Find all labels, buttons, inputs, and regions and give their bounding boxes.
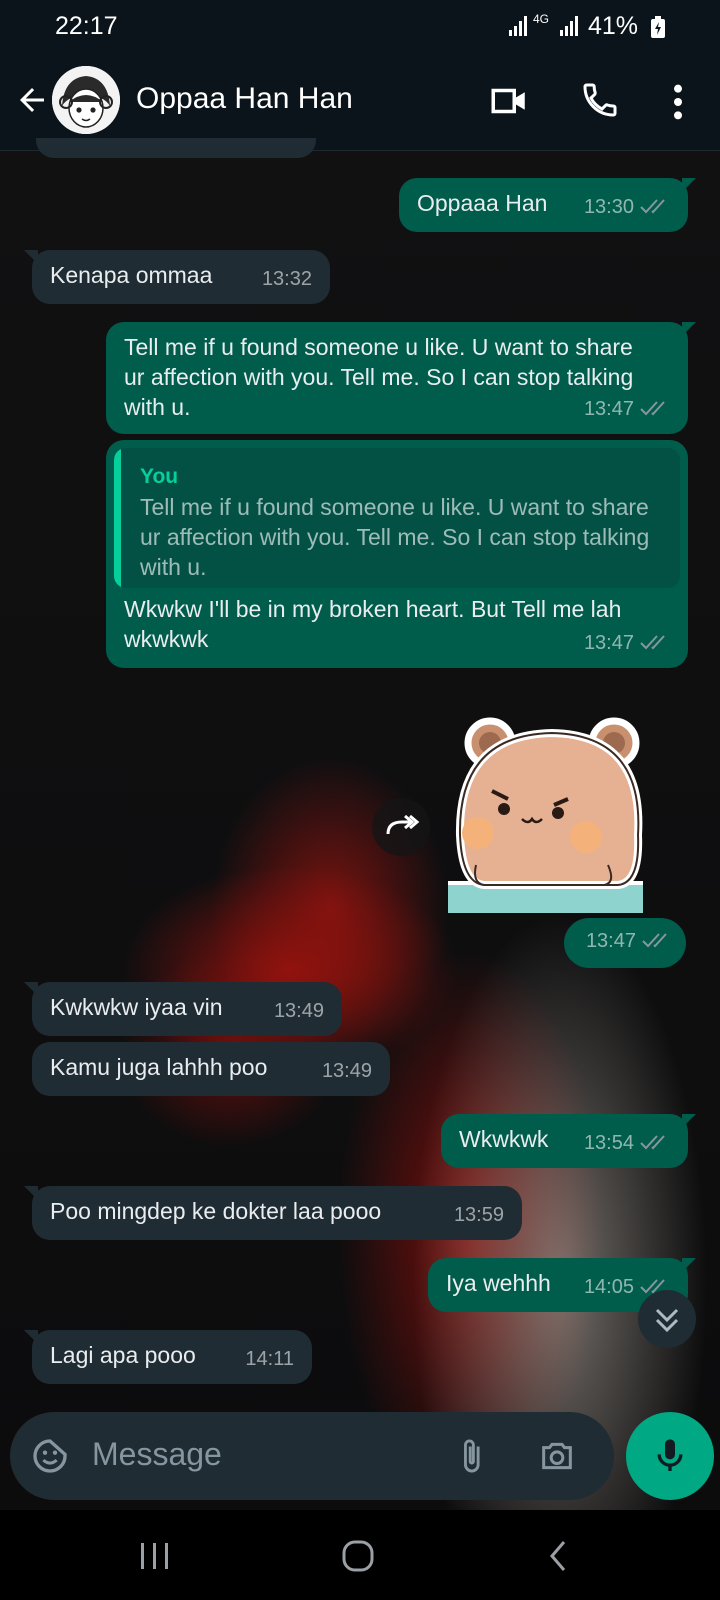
read-ticks-icon xyxy=(640,401,665,416)
bubble-tail xyxy=(24,1186,38,1200)
message-time: 13:49 xyxy=(273,1000,324,1022)
reply-message-bubble[interactable]: You Tell me if u found someone u like. U… xyxy=(106,440,688,668)
more-options-icon[interactable] xyxy=(664,82,692,122)
message-text: Oppaaa Han xyxy=(417,190,548,216)
bear-sticker[interactable] xyxy=(448,715,658,915)
network-type: 4G xyxy=(533,12,550,26)
status-bar: 22:17 4G 41% xyxy=(0,0,720,52)
message-text: Poo mingdep ke dokter laa pooo xyxy=(50,1198,382,1224)
message-bubble[interactable]: Poo mingdep ke dokter laa pooo 13:59 xyxy=(24,1186,522,1240)
voice-call-icon[interactable] xyxy=(580,80,620,120)
message-time: 14:05 xyxy=(583,1276,634,1298)
battery-icon xyxy=(651,16,665,38)
message-meta: 13:49 xyxy=(322,1056,372,1086)
message-time: 13:47 xyxy=(583,632,634,654)
message-time: 13:49 xyxy=(321,1060,372,1082)
read-ticks-icon xyxy=(640,1135,665,1150)
recent-apps-icon[interactable] xyxy=(138,1540,172,1572)
attach-icon[interactable] xyxy=(452,1434,490,1478)
back-arrow-icon[interactable] xyxy=(14,82,50,118)
quote-text: Tell me if u found someone u like. U wan… xyxy=(140,494,650,580)
message-bubble[interactable]: Tell me if u found someone u like. U wan… xyxy=(106,322,696,434)
read-ticks-icon xyxy=(640,199,665,214)
status-time: 22:17 xyxy=(55,12,118,40)
message-text: Kenapa ommaa xyxy=(50,262,213,288)
message-bubble[interactable]: Wkwkwk 13:54 xyxy=(441,1114,696,1168)
message-meta: 13:59 xyxy=(454,1200,504,1230)
bubble-tail xyxy=(682,322,696,336)
scroll-down-icon xyxy=(655,1308,679,1333)
message-text: Kamu juga lahhh poo xyxy=(50,1054,268,1080)
message-meta: 13:47 xyxy=(584,394,670,424)
message-meta: 14:11 xyxy=(245,1344,294,1374)
message-text: Kwkwkw iyaa vin xyxy=(50,994,223,1020)
message-text: Wkwkwk xyxy=(459,1126,549,1152)
sticker-meta-bubble: 13:47 xyxy=(564,918,686,968)
message-meta: 13:47 xyxy=(586,926,672,956)
home-icon[interactable] xyxy=(340,1538,376,1574)
message-meta: 13:54 xyxy=(584,1128,670,1158)
bubble-tail xyxy=(682,1258,696,1272)
chat-header: Oppaa Han Han xyxy=(0,52,720,151)
video-call-icon[interactable] xyxy=(488,80,530,122)
quote-author: You xyxy=(140,465,179,488)
battery-percent: 41% xyxy=(588,12,639,40)
read-ticks-icon xyxy=(642,933,667,948)
emoji-icon[interactable] xyxy=(30,1436,70,1476)
message-bubble[interactable]: Kenapa ommaa 13:32 xyxy=(24,250,330,304)
message-text: Lagi apa pooo xyxy=(50,1342,196,1368)
voice-message-button[interactable] xyxy=(626,1412,714,1500)
message-meta: 13:49 xyxy=(274,996,324,1026)
message-text: Tell me if u found someone u like. U wan… xyxy=(124,334,634,420)
signal-icon-2 xyxy=(560,16,578,36)
bear-sticker-image xyxy=(448,717,643,913)
signal-icon xyxy=(509,16,527,36)
bubble-tail xyxy=(682,178,696,192)
message-time: 13:54 xyxy=(583,1132,634,1154)
message-text: Iya wehhh xyxy=(446,1270,551,1296)
system-nav-bar xyxy=(0,1510,720,1600)
message-meta: 13:32 xyxy=(262,264,312,294)
avatar-image xyxy=(52,66,120,134)
message-bubble[interactable]: Kamu juga lahhh poo 13:49 xyxy=(32,1042,390,1096)
scroll-to-bottom-button[interactable] xyxy=(638,1290,696,1348)
message-meta: 13:47 xyxy=(584,628,670,658)
bubble-tail xyxy=(682,1114,696,1128)
message-bubble[interactable]: Lagi apa pooo 14:11 xyxy=(24,1330,312,1384)
message-input[interactable]: Message xyxy=(92,1436,222,1473)
partial-message xyxy=(36,138,316,158)
message-bubble[interactable]: Oppaaa Han 13:30 xyxy=(399,178,696,232)
message-bubble[interactable]: Kwkwkw iyaa vin 13:49 xyxy=(24,982,342,1036)
camera-icon[interactable] xyxy=(536,1436,578,1476)
mic-icon xyxy=(657,1439,683,1471)
bubble-tail xyxy=(24,250,38,264)
message-composer: Message xyxy=(10,1412,614,1500)
message-time: 14:11 xyxy=(245,1348,294,1370)
message-meta: 13:30 xyxy=(584,192,670,222)
chat-screen: 22:17 4G 41% Oppaa Han Han Oppaaa Han 13… xyxy=(0,0,720,1600)
forward-button[interactable] xyxy=(372,798,430,856)
quoted-message[interactable]: You Tell me if u found someone u like. U… xyxy=(114,448,680,588)
message-time: 13:47 xyxy=(585,930,636,952)
forward-icon xyxy=(386,814,420,835)
message-time: 13:59 xyxy=(453,1204,504,1226)
message-time: 13:47 xyxy=(583,398,634,420)
quote-bar xyxy=(114,448,121,588)
contact-name[interactable]: Oppaa Han Han xyxy=(136,82,353,116)
bubble-tail xyxy=(24,1330,38,1344)
avatar[interactable] xyxy=(52,66,120,134)
message-list[interactable]: Oppaaa Han 13:30 Kenapa ommaa 13:32 Tell… xyxy=(0,138,720,1400)
message-time: 13:32 xyxy=(261,268,312,290)
back-nav-icon[interactable] xyxy=(546,1538,570,1574)
read-ticks-icon xyxy=(640,635,665,650)
message-time: 13:30 xyxy=(583,196,634,218)
bubble-tail xyxy=(24,982,38,996)
message-text: Wkwkw I'll be in my broken heart. But Te… xyxy=(124,596,622,652)
